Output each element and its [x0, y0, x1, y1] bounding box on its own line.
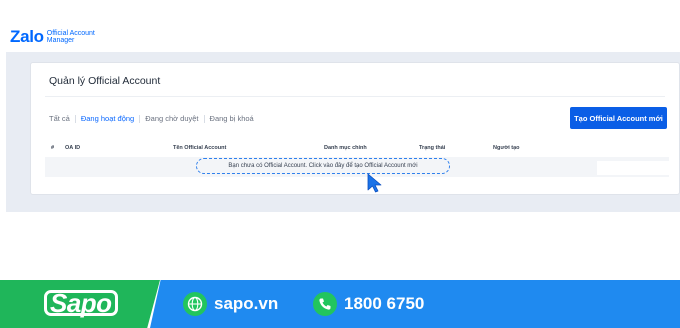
globe-icon — [183, 292, 207, 316]
top-bar: Zalo Official Account Manager — [0, 0, 680, 52]
tab-separator — [139, 114, 141, 123]
logo-subtitle: Official Account Manager — [47, 30, 95, 44]
cursor-arrow-icon — [367, 173, 382, 193]
tab-all[interactable]: Tất cả — [49, 114, 70, 123]
tab-pending[interactable]: Đang chờ duyệt — [145, 114, 198, 123]
column-header-index: # — [51, 145, 55, 151]
phone-icon — [313, 292, 337, 316]
column-header-oa-name: Tên Official Account — [173, 145, 227, 151]
tab-separator — [74, 114, 76, 123]
sapo-logo-text: Sapo — [44, 290, 118, 316]
status-tabs: Tất cả Đang hoạt động Đang chờ duyệt Đan… — [49, 114, 254, 123]
phone-number: 1800 6750 — [344, 294, 425, 313]
website-text: sapo.vn — [214, 294, 279, 313]
tab-locked[interactable]: Đang bị khoá — [210, 114, 254, 123]
phone-contact[interactable]: 1800 6750 — [313, 292, 424, 316]
zalo-oa-logo[interactable]: Zalo Official Account Manager — [10, 28, 95, 45]
table-body: Bạn chưa có Official Account. Click vào … — [45, 157, 669, 177]
column-header-creator: Người tạo — [493, 145, 520, 151]
table-cell — [597, 161, 669, 175]
sapo-logo: Sapo — [44, 289, 119, 317]
table-header: # OA ID Tên Official Account Danh mục ch… — [45, 141, 669, 155]
sapo-banner: Sapo sapo.vn 1800 6750 — [0, 280, 680, 328]
oa-management-card: Quản lý Official Account Tất cả Đang hoạ… — [30, 62, 680, 195]
tab-separator — [203, 114, 205, 123]
page-title: Quản lý Official Account — [49, 75, 161, 87]
divider — [45, 96, 665, 97]
empty-state-create-link[interactable]: Bạn chưa có Official Account. Click vào … — [196, 158, 450, 174]
column-header-category: Danh mục chính — [324, 145, 367, 151]
create-official-account-button[interactable]: Tạo Official Account mới — [570, 107, 667, 129]
workspace: Quản lý Official Account Tất cả Đang hoạ… — [6, 52, 680, 212]
oa-table: # OA ID Tên Official Account Danh mục ch… — [45, 137, 669, 177]
logo-wordmark: Zalo — [10, 27, 44, 46]
tab-active[interactable]: Đang hoạt động — [81, 114, 134, 123]
column-header-status: Trạng thái — [419, 145, 446, 151]
website-contact[interactable]: sapo.vn — [183, 292, 278, 316]
column-header-oa-id: OA ID — [65, 145, 81, 151]
logo-subtitle-line1: Official Account — [46, 30, 95, 37]
logo-subtitle-line2: Manager — [46, 37, 75, 44]
page: Zalo Official Account Manager Quản lý Of… — [0, 0, 680, 328]
